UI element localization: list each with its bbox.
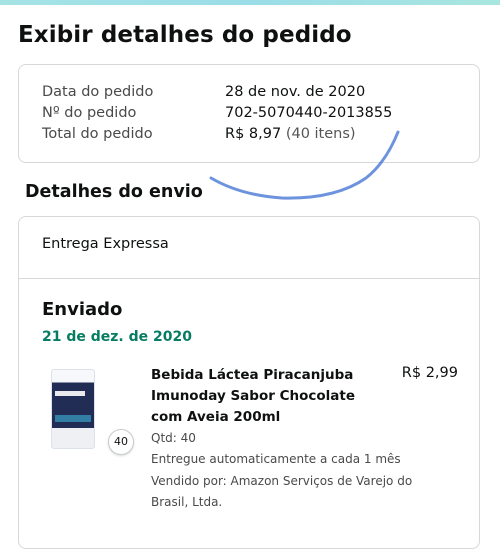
- product-title-link[interactable]: Bebida Láctea Piracanjuba Imunoday Sabor…: [151, 365, 361, 428]
- order-number-label: Nº do pedido: [42, 105, 137, 121]
- seller-info: Vendido por: Amazon Serviços de Varejo d…: [151, 474, 413, 509]
- order-total-amount: R$ 8,97: [225, 126, 282, 142]
- product-carton-icon[interactable]: [51, 369, 95, 449]
- delivery-type: Entrega Expressa: [42, 236, 169, 252]
- shipment-card: Entrega Expressa Enviado 21 de dez. de 2…: [18, 216, 480, 549]
- product-quantity: Qtd: 40: [151, 431, 196, 445]
- divider: [19, 278, 479, 279]
- quantity-badge: 40: [108, 429, 134, 455]
- order-total-label: Total do pedido: [42, 126, 153, 142]
- order-total-items: (40 itens): [285, 126, 356, 142]
- order-summary-card: Data do pedido 28 de nov. de 2020 Nº do …: [18, 64, 480, 163]
- carton-color-band: [55, 415, 91, 422]
- shipment-date: 21 de dez. de 2020: [42, 329, 192, 345]
- product-price: R$ 2,99: [401, 365, 458, 381]
- shipping-details-heading: Detalhes do envio: [25, 182, 203, 202]
- order-total-value: R$ 8,97 (40 itens): [225, 126, 356, 142]
- order-date-value: 28 de nov. de 2020: [225, 84, 366, 100]
- shipment-status: Enviado: [42, 299, 123, 320]
- page-title: Exibir detalhes do pedido: [18, 22, 352, 48]
- order-number-value: 702-5070440-2013855: [225, 105, 393, 121]
- carton-brand-stripe: [55, 391, 85, 396]
- order-date-label: Data do pedido: [42, 84, 154, 100]
- subscription-info: Entregue automaticamente a cada 1 mês: [151, 452, 401, 466]
- top-accent-strip: [0, 0, 500, 5]
